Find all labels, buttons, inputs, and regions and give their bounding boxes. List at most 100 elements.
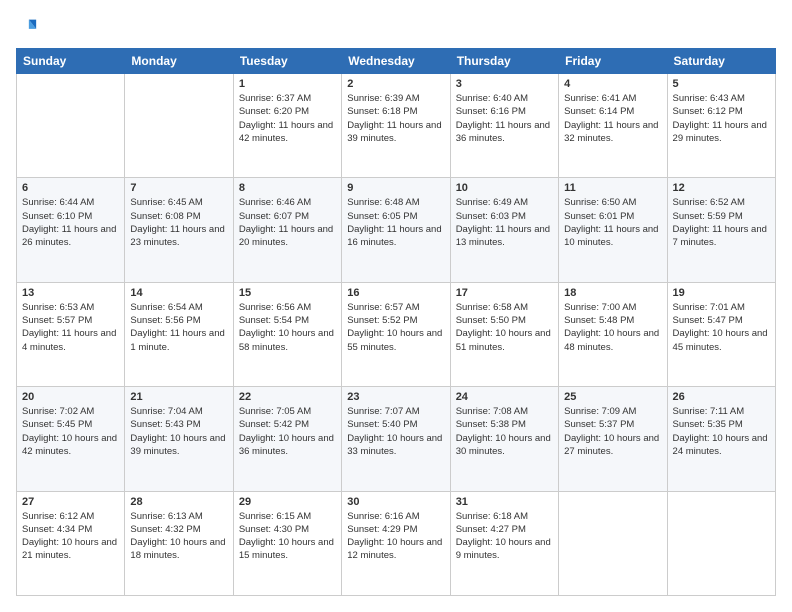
day-number: 3 — [456, 78, 553, 90]
day-number: 26 — [673, 391, 770, 403]
calendar-cell: 9 Sunrise: 6:48 AMSunset: 6:05 PMDaylight… — [342, 178, 450, 282]
calendar-cell — [125, 74, 233, 178]
day-number: 22 — [239, 391, 336, 403]
day-info: Sunrise: 7:00 AMSunset: 5:48 PMDaylight:… — [564, 301, 661, 354]
day-info: Sunrise: 7:01 AMSunset: 5:47 PMDaylight:… — [673, 301, 770, 354]
calendar-cell: 6 Sunrise: 6:44 AMSunset: 6:10 PMDaylight… — [17, 178, 125, 282]
day-number: 14 — [130, 287, 227, 299]
day-info: Sunrise: 6:58 AMSunset: 5:50 PMDaylight:… — [456, 301, 553, 354]
header — [16, 16, 776, 38]
calendar-cell: 7 Sunrise: 6:45 AMSunset: 6:08 PMDaylight… — [125, 178, 233, 282]
weekday-header-thursday: Thursday — [450, 49, 558, 74]
day-number: 8 — [239, 182, 336, 194]
day-number: 9 — [347, 182, 444, 194]
week-row-0: 1 Sunrise: 6:37 AMSunset: 6:20 PMDaylight… — [17, 74, 776, 178]
calendar-cell: 16 Sunrise: 6:57 AMSunset: 5:52 PMDayligh… — [342, 282, 450, 386]
day-info: Sunrise: 7:07 AMSunset: 5:40 PMDaylight:… — [347, 405, 444, 458]
weekday-header-monday: Monday — [125, 49, 233, 74]
day-info: Sunrise: 6:49 AMSunset: 6:03 PMDaylight:… — [456, 196, 553, 249]
day-number: 27 — [22, 496, 119, 508]
day-info: Sunrise: 6:18 AMSunset: 4:27 PMDaylight:… — [456, 510, 553, 563]
day-number: 5 — [673, 78, 770, 90]
day-number: 11 — [564, 182, 661, 194]
calendar-cell: 29Sunrise: 6:15 AMSunset: 4:30 PMDayligh… — [233, 491, 341, 595]
day-info: Sunrise: 6:37 AMSunset: 6:20 PMDaylight:… — [239, 92, 336, 145]
day-number: 6 — [22, 182, 119, 194]
week-row-3: 20 Sunrise: 7:02 AMSunset: 5:45 PMDayligh… — [17, 387, 776, 491]
day-info: Sunrise: 6:52 AMSunset: 5:59 PMDaylight:… — [673, 196, 770, 249]
week-row-4: 27 Sunrise: 6:12 AMSunset: 4:34 PMDayligh… — [17, 491, 776, 595]
calendar-cell: 12 Sunrise: 6:52 AMSunset: 5:59 PMDayligh… — [667, 178, 775, 282]
day-info: Sunrise: 6:56 AMSunset: 5:54 PMDaylight:… — [239, 301, 336, 354]
calendar-cell: 21 Sunrise: 7:04 AMSunset: 5:43 PMDayligh… — [125, 387, 233, 491]
day-number: 21 — [130, 391, 227, 403]
day-number: 19 — [673, 287, 770, 299]
day-number: 28 — [130, 496, 227, 508]
calendar-cell: 24 Sunrise: 7:08 AMSunset: 5:38 PMDayligh… — [450, 387, 558, 491]
day-number: 4 — [564, 78, 661, 90]
calendar-cell: 10Sunrise: 6:49 AMSunset: 6:03 PMDayligh… — [450, 178, 558, 282]
page: SundayMondayTuesdayWednesdayThursdayFrid… — [0, 0, 792, 612]
day-number: 18 — [564, 287, 661, 299]
calendar-cell — [17, 74, 125, 178]
day-info: Sunrise: 6:12 AMSunset: 4:34 PMDaylight:… — [22, 510, 119, 563]
calendar-cell: 4 Sunrise: 6:41 AMSunset: 6:14 PMDaylight… — [559, 74, 667, 178]
week-row-2: 13 Sunrise: 6:53 AMSunset: 5:57 PMDayligh… — [17, 282, 776, 386]
calendar-cell — [667, 491, 775, 595]
day-number: 13 — [22, 287, 119, 299]
day-info: Sunrise: 6:39 AMSunset: 6:18 PMDaylight:… — [347, 92, 444, 145]
day-number: 17 — [456, 287, 553, 299]
day-info: Sunrise: 7:08 AMSunset: 5:38 PMDaylight:… — [456, 405, 553, 458]
day-number: 30 — [347, 496, 444, 508]
weekday-header-wednesday: Wednesday — [342, 49, 450, 74]
weekday-header-saturday: Saturday — [667, 49, 775, 74]
calendar-cell: 5 Sunrise: 6:43 AMSunset: 6:12 PMDaylight… — [667, 74, 775, 178]
day-number: 15 — [239, 287, 336, 299]
calendar-cell: 14 Sunrise: 6:54 AMSunset: 5:56 PMDayligh… — [125, 282, 233, 386]
calendar-cell: 31 Sunrise: 6:18 AMSunset: 4:27 PMDayligh… — [450, 491, 558, 595]
day-info: Sunrise: 7:09 AMSunset: 5:37 PMDaylight:… — [564, 405, 661, 458]
day-number: 23 — [347, 391, 444, 403]
day-info: Sunrise: 6:50 AMSunset: 6:01 PMDaylight:… — [564, 196, 661, 249]
calendar-cell — [559, 491, 667, 595]
day-number: 20 — [22, 391, 119, 403]
day-number: 31 — [456, 496, 553, 508]
day-number: 12 — [673, 182, 770, 194]
day-info: Sunrise: 6:15 AMSunset: 4:30 PMDaylight:… — [239, 510, 336, 563]
calendar-cell: 18 Sunrise: 7:00 AMSunset: 5:48 PMDayligh… — [559, 282, 667, 386]
day-info: Sunrise: 6:48 AMSunset: 6:05 PMDaylight:… — [347, 196, 444, 249]
day-info: Sunrise: 6:46 AMSunset: 6:07 PMDaylight:… — [239, 196, 336, 249]
calendar-cell: 27 Sunrise: 6:12 AMSunset: 4:34 PMDayligh… — [17, 491, 125, 595]
weekday-header-tuesday: Tuesday — [233, 49, 341, 74]
day-number: 7 — [130, 182, 227, 194]
logo-icon — [16, 16, 38, 38]
day-info: Sunrise: 6:54 AMSunset: 5:56 PMDaylight:… — [130, 301, 227, 354]
calendar-cell: 19 Sunrise: 7:01 AMSunset: 5:47 PMDayligh… — [667, 282, 775, 386]
day-info: Sunrise: 6:53 AMSunset: 5:57 PMDaylight:… — [22, 301, 119, 354]
calendar-cell: 25 Sunrise: 7:09 AMSunset: 5:37 PMDayligh… — [559, 387, 667, 491]
day-info: Sunrise: 7:02 AMSunset: 5:45 PMDaylight:… — [22, 405, 119, 458]
day-info: Sunrise: 7:11 AMSunset: 5:35 PMDaylight:… — [673, 405, 770, 458]
day-info: Sunrise: 6:44 AMSunset: 6:10 PMDaylight:… — [22, 196, 119, 249]
day-number: 24 — [456, 391, 553, 403]
day-number: 16 — [347, 287, 444, 299]
calendar-cell: 22Sunrise: 7:05 AMSunset: 5:42 PMDayligh… — [233, 387, 341, 491]
day-number: 25 — [564, 391, 661, 403]
calendar-cell: 13 Sunrise: 6:53 AMSunset: 5:57 PMDayligh… — [17, 282, 125, 386]
weekday-header-row: SundayMondayTuesdayWednesdayThursdayFrid… — [17, 49, 776, 74]
day-info: Sunrise: 6:40 AMSunset: 6:16 PMDaylight:… — [456, 92, 553, 145]
calendar-cell: 23 Sunrise: 7:07 AMSunset: 5:40 PMDayligh… — [342, 387, 450, 491]
calendar-cell: 2 Sunrise: 6:39 AMSunset: 6:18 PMDaylight… — [342, 74, 450, 178]
calendar-cell: 28Sunrise: 6:13 AMSunset: 4:32 PMDayligh… — [125, 491, 233, 595]
day-number: 1 — [239, 78, 336, 90]
day-info: Sunrise: 6:43 AMSunset: 6:12 PMDaylight:… — [673, 92, 770, 145]
day-info: Sunrise: 6:41 AMSunset: 6:14 PMDaylight:… — [564, 92, 661, 145]
calendar-cell: 8 Sunrise: 6:46 AMSunset: 6:07 PMDaylight… — [233, 178, 341, 282]
week-row-1: 6 Sunrise: 6:44 AMSunset: 6:10 PMDaylight… — [17, 178, 776, 282]
day-info: Sunrise: 7:04 AMSunset: 5:43 PMDaylight:… — [130, 405, 227, 458]
day-info: Sunrise: 6:45 AMSunset: 6:08 PMDaylight:… — [130, 196, 227, 249]
day-info: Sunrise: 6:57 AMSunset: 5:52 PMDaylight:… — [347, 301, 444, 354]
calendar-cell: 17 Sunrise: 6:58 AMSunset: 5:50 PMDayligh… — [450, 282, 558, 386]
day-number: 2 — [347, 78, 444, 90]
calendar-cell: 11 Sunrise: 6:50 AMSunset: 6:01 PMDayligh… — [559, 178, 667, 282]
